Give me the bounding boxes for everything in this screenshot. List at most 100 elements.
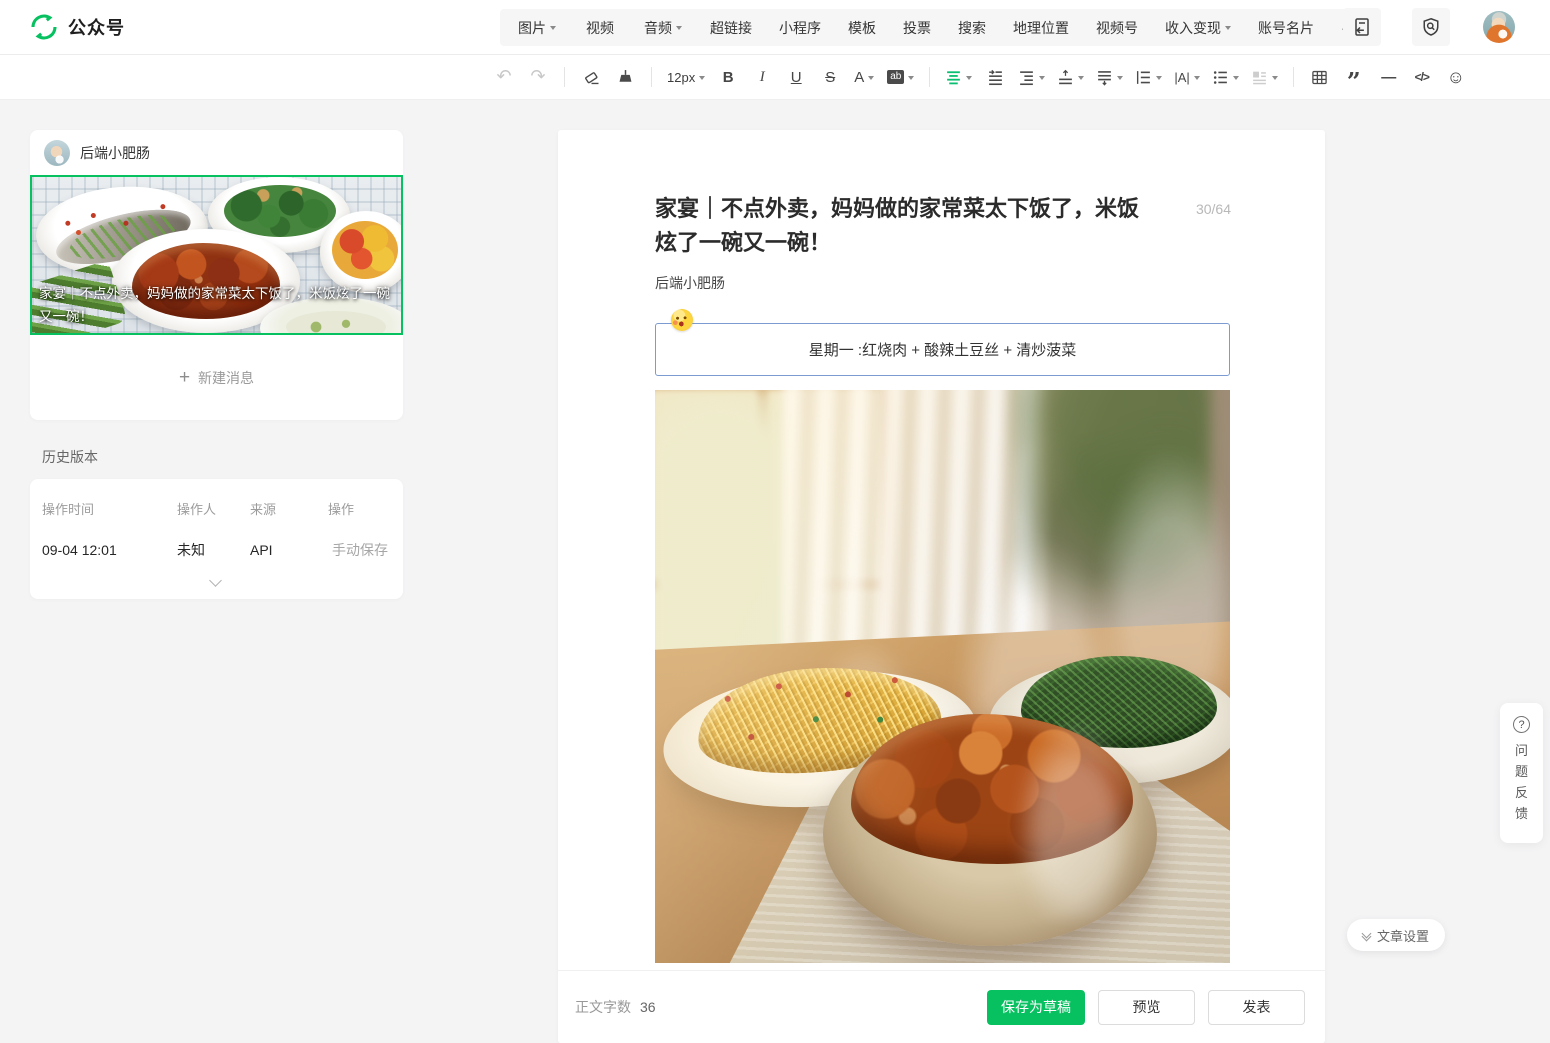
feature-menu-item[interactable]: 搜索 — [958, 18, 986, 38]
underline-button[interactable]: U — [782, 62, 810, 92]
insert-menu-item[interactable]: 音频 — [644, 18, 682, 38]
image-float-button[interactable] — [1248, 62, 1281, 92]
history-source: API — [250, 542, 273, 558]
history-header-cell: 操作人 — [177, 502, 217, 517]
feature-menu-item[interactable]: 超链接 — [710, 18, 752, 38]
feature-menu-item[interactable]: 小程序 — [779, 18, 821, 38]
save-draft-button[interactable]: 保存为草稿 — [987, 989, 1085, 1025]
font-color-button[interactable]: A — [850, 62, 878, 92]
new-message-button[interactable]: + 新建消息 — [30, 335, 403, 420]
align-center-button[interactable] — [942, 62, 975, 92]
feature-menu-item[interactable]: 模板 — [848, 18, 876, 38]
account-name: 后端小肥肠 — [80, 144, 150, 161]
highlight-button[interactable]: ab — [884, 62, 917, 92]
user-avatar[interactable] — [1483, 11, 1515, 43]
chevron-down-icon — [208, 574, 222, 587]
thumbnail-title: 家宴｜不点外卖，妈妈做的家常菜太下饭了，米饭炫了一碗又一碗！ — [39, 286, 390, 324]
chevron-down-icon — [1117, 75, 1124, 83]
indent-icon — [1020, 70, 1034, 85]
emoji-button[interactable]: ☺ — [1442, 62, 1470, 92]
feedback-label: 问题反馈 — [1514, 743, 1528, 821]
bullet-list-button[interactable] — [1209, 62, 1242, 92]
bullet-list-icon — [1213, 70, 1227, 84]
blockquote-button[interactable]: ” — [1340, 62, 1368, 94]
horizontal-rule-button[interactable]: — — [1374, 62, 1402, 92]
doc-export-icon — [1355, 18, 1369, 36]
author-input[interactable]: 后端小肥肠 — [655, 273, 1230, 293]
chevron-down-icon — [699, 75, 706, 83]
security-check-button[interactable] — [1412, 8, 1450, 46]
question-mark-icon: ? — [1513, 716, 1530, 733]
undo-button[interactable]: ↶ — [490, 62, 518, 92]
plus-icon: + — [178, 366, 191, 388]
history-section-title: 历史版本 — [42, 449, 98, 465]
wechat-official-logo-icon — [31, 14, 57, 40]
line-height-icon — [1098, 70, 1112, 86]
title-char-counter: 30/64 — [1195, 201, 1231, 217]
chevron-down-icon — [908, 75, 915, 83]
divider — [564, 67, 565, 87]
preview-button[interactable]: 预览 — [1098, 989, 1195, 1025]
editor-footer: 正文字数 36 保存为草稿 预览 发表 — [558, 970, 1325, 1043]
feedback-button[interactable]: ? 问题反馈 — [1500, 703, 1543, 843]
format-painter-button[interactable] — [611, 62, 639, 92]
insert-table-button[interactable] — [1306, 62, 1334, 92]
chevron-down-icon — [966, 75, 973, 83]
history-row: 09-04 12:01 未知 API 手动保存 — [42, 540, 388, 560]
word-count-value: 36 — [640, 999, 656, 1015]
spacing-before-button[interactable] — [1054, 62, 1087, 92]
chevron-down-icon — [676, 26, 682, 33]
article-settings-button[interactable]: 文章设置 — [1347, 919, 1446, 951]
chevron-down-icon — [1232, 75, 1239, 83]
letter-spacing-button[interactable]: |A| — [1171, 62, 1202, 92]
kiss-emoji-icon[interactable] — [671, 309, 693, 331]
image-float-icon — [1252, 71, 1266, 84]
account-row[interactable]: 后端小肥肠 — [30, 130, 403, 175]
history-action-link[interactable]: 手动保存 — [328, 540, 388, 560]
indent-button[interactable] — [1015, 62, 1048, 92]
article-thumbnail-selected[interactable]: 家宴｜不点外卖，妈妈做的家常菜太下饭了，米饭炫了一碗又一碗！ — [30, 175, 403, 335]
bold-button[interactable]: B — [714, 62, 742, 92]
redo-button[interactable]: ↷ — [524, 62, 552, 92]
chevron-down-icon — [1156, 75, 1163, 83]
paragraph-indent-button[interactable] — [1132, 62, 1165, 92]
history-expand-button[interactable] — [42, 574, 388, 587]
feature-menu-item[interactable]: 地理位置 — [1013, 18, 1069, 38]
insert-menu-item[interactable]: 图片 — [518, 18, 556, 38]
publish-button[interactable]: 发表 — [1208, 989, 1305, 1025]
font-size-select[interactable]: 12px — [664, 62, 708, 92]
title-input[interactable]: 家宴｜不点外卖，妈妈做的家常菜太下饭了，米饭炫了一碗又一碗！ — [655, 192, 1230, 260]
indent-first-line-button[interactable] — [981, 62, 1009, 92]
insert-menu-group: 图片 视频 音频 — [500, 9, 700, 46]
clear-format-button[interactable] — [577, 62, 605, 92]
menu-line-block[interactable]: 星期一 :红烧肉 + 酸辣土豆丝 + 清炒菠菜 — [655, 323, 1230, 376]
format-toolbar: ↶ ↷ 12px B I U S A ab |A| ” — </> ☺ — [0, 55, 1550, 100]
italic-button[interactable]: I — [748, 62, 776, 92]
feature-menu-item[interactable]: 收入变现 — [1165, 18, 1231, 38]
strikethrough-button[interactable]: S — [816, 62, 844, 92]
chevron-down-icon — [1039, 75, 1046, 83]
divider — [1292, 67, 1294, 87]
editor-body: 家宴｜不点外卖，妈妈做的家常菜太下饭了，米饭炫了一碗又一碗！ 30/64 后端小… — [558, 130, 1325, 970]
code-button[interactable]: </> — [1408, 62, 1436, 92]
account-avatar — [44, 139, 70, 166]
feature-menu-item[interactable]: 账号名片 — [1258, 18, 1314, 38]
line-height-button[interactable] — [1093, 62, 1126, 92]
feature-menu-group: 超链接 小程序 模板 投票 搜索 地理位置 视频号 收入变现 账号名片 — [690, 9, 1375, 46]
feature-menu-item[interactable]: 投票 — [903, 18, 931, 38]
export-doc-button[interactable] — [1343, 8, 1381, 46]
spacing-before-icon — [1059, 69, 1073, 84]
message-card: 后端小肥肠 家宴｜不点外卖，妈妈做的家常菜太下饭了，米饭炫了一碗又一碗！ + 新… — [30, 130, 403, 420]
brush-icon — [619, 69, 631, 82]
article-image[interactable] — [655, 390, 1230, 963]
logo-link[interactable]: 公众号 — [30, 13, 125, 41]
indent-first-line-icon — [988, 69, 1002, 85]
word-count-label: 正文字数 — [575, 999, 631, 1015]
insert-menu-item[interactable]: 视频 — [586, 18, 614, 38]
feature-menu-item[interactable]: 视频号 — [1096, 18, 1138, 38]
shield-search-icon — [1423, 17, 1439, 36]
chevron-down-icon — [1193, 75, 1200, 83]
logo-text: 公众号 — [68, 18, 125, 38]
history-header-row: 操作时间 操作人 来源 操作 — [42, 499, 388, 518]
chevron-down-icon — [1271, 75, 1278, 83]
